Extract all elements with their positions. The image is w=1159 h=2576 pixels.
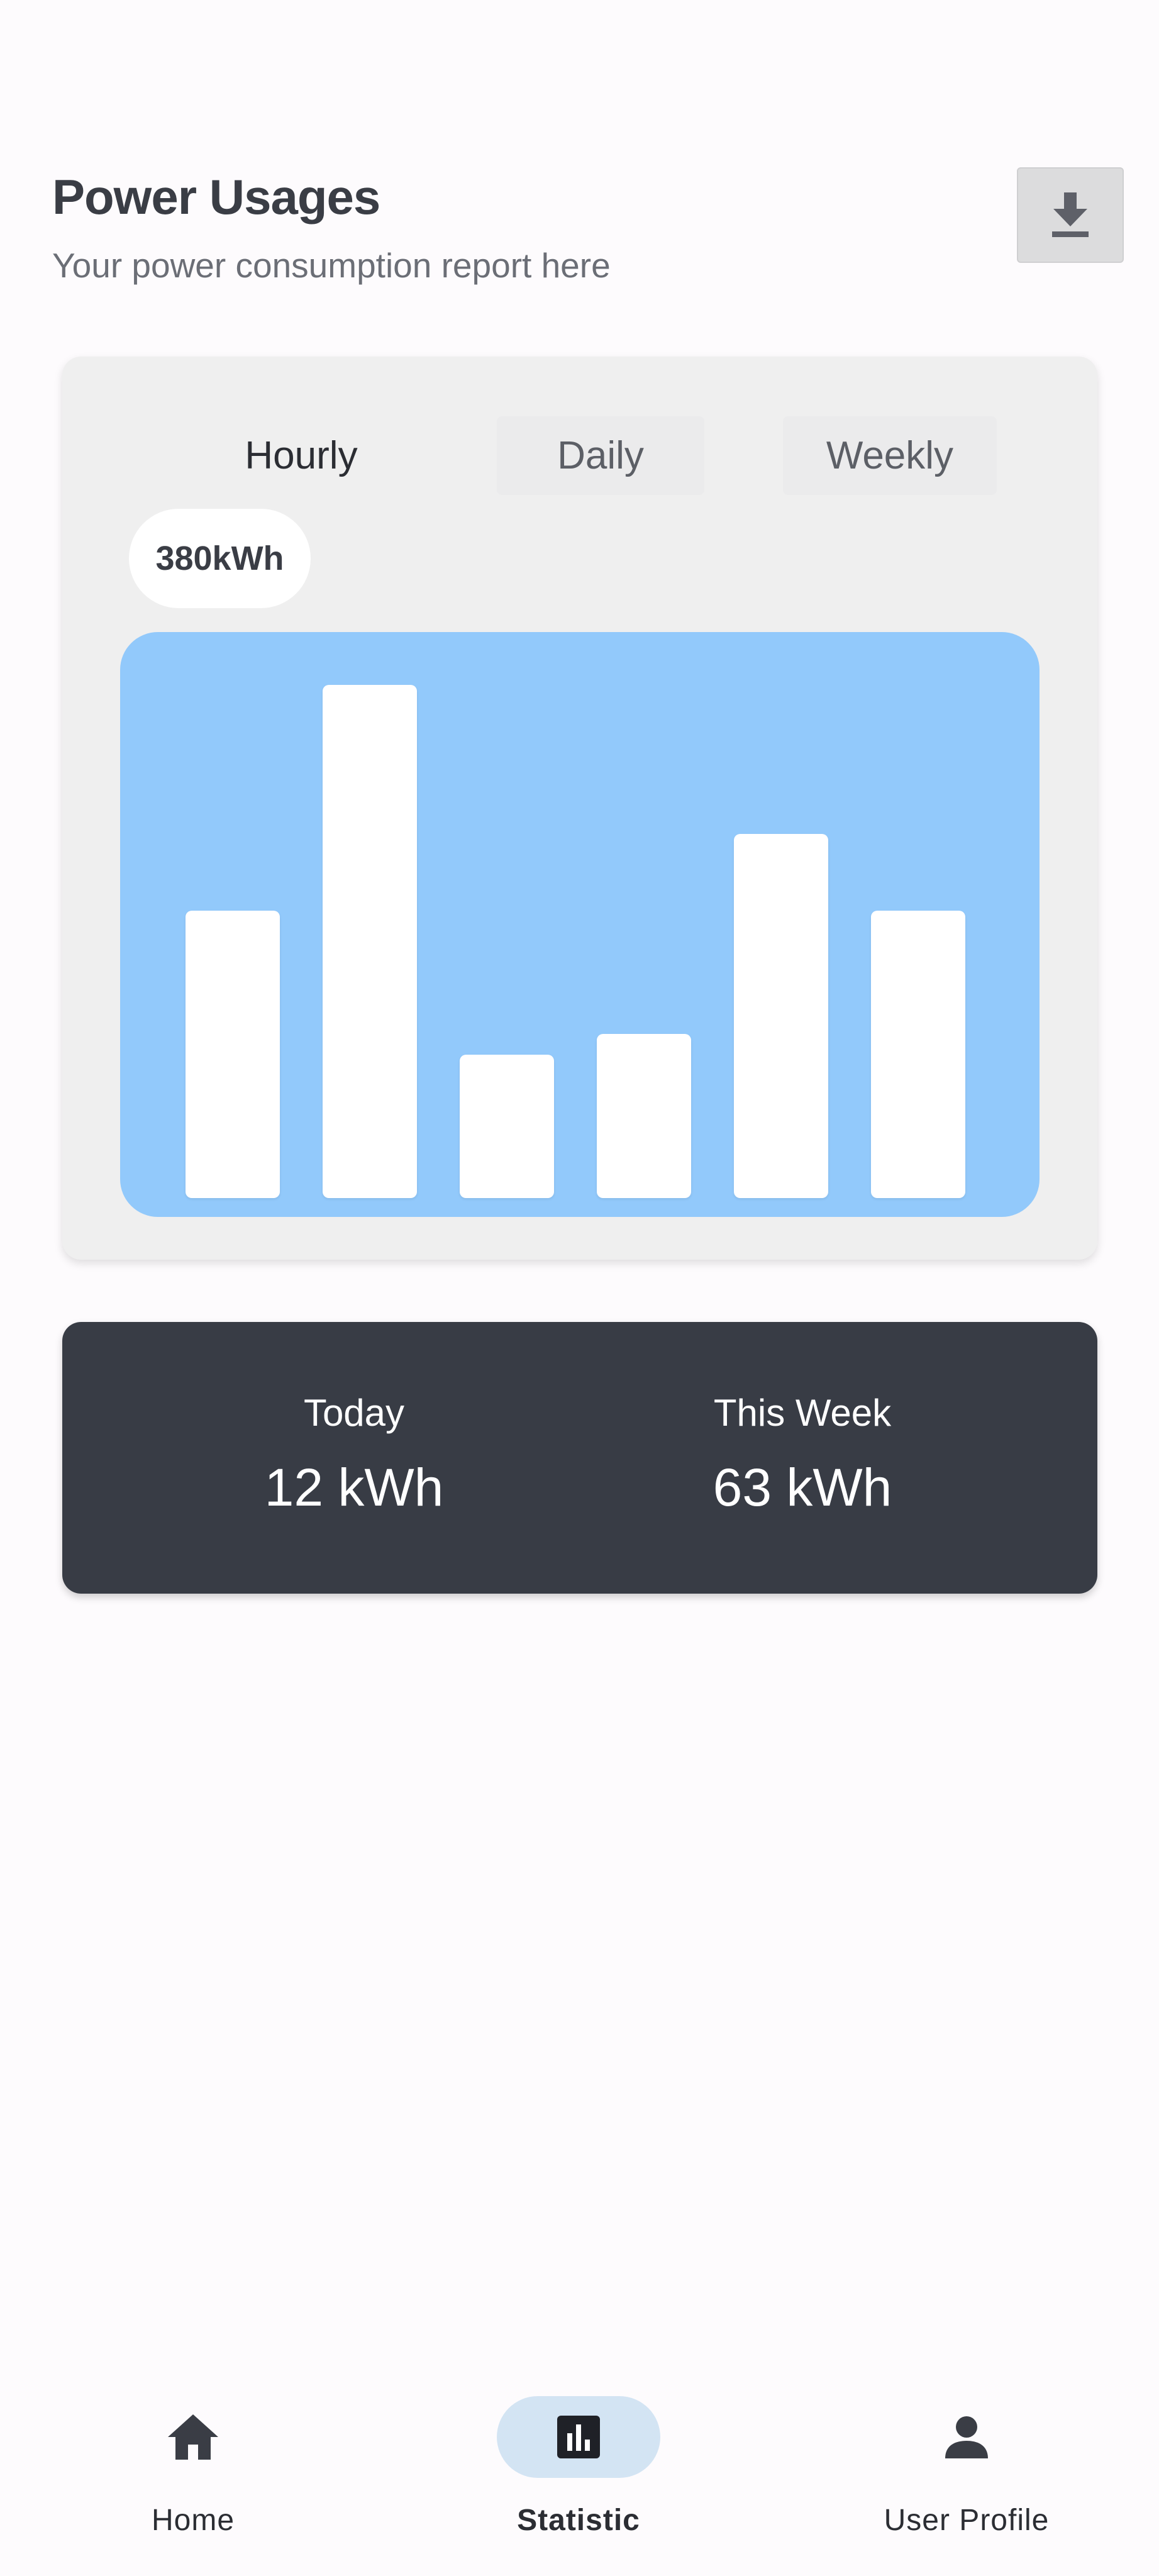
nav-profile-icon-wrap [885, 2396, 1048, 2478]
period-tabs: Hourly Daily Weekly [62, 357, 1097, 495]
bar-chart [120, 632, 1040, 1217]
week-label: This Week [713, 1392, 892, 1434]
today-label: Today [303, 1392, 405, 1434]
power-usages-screen: Power Usages Your power consumption repo… [0, 0, 1159, 2576]
nav-item-user-profile[interactable]: User Profile [828, 2396, 1105, 2560]
bar-chart-icon [557, 2416, 600, 2458]
usage-chart-card: Hourly Daily Weekly 380kWh [62, 357, 1097, 1260]
chart-bar[interactable] [734, 834, 828, 1198]
nav-home-icon-wrap [111, 2396, 275, 2478]
nav-statistic-icon-wrap [497, 2396, 660, 2478]
today-value: 12 kWh [264, 1458, 444, 1517]
download-icon [1052, 192, 1089, 237]
nav-item-home[interactable]: Home [55, 2396, 331, 2560]
download-button[interactable] [1017, 167, 1124, 263]
page-subtitle: Your power consumption report here [52, 246, 611, 285]
tab-daily[interactable]: Daily [497, 416, 704, 495]
user-icon [945, 2416, 988, 2458]
selected-value-badge: 380kWh [129, 509, 311, 608]
tab-hourly[interactable]: Hourly [197, 416, 405, 495]
nav-item-statistic[interactable]: Statistic [440, 2396, 717, 2560]
nav-label-home: Home [151, 2504, 235, 2537]
chart-bar[interactable] [871, 911, 965, 1198]
chart-bar[interactable] [186, 911, 280, 1198]
nav-label-statistic: Statistic [517, 2504, 640, 2537]
chart-bar[interactable] [323, 685, 417, 1198]
chart-bar[interactable] [597, 1034, 691, 1198]
chart-bar[interactable] [460, 1055, 554, 1198]
tab-weekly[interactable]: Weekly [783, 416, 997, 495]
home-icon [168, 2414, 218, 2460]
nav-label-user-profile: User Profile [884, 2504, 1050, 2537]
usage-summary-card: Today 12 kWh This Week 63 kWh [62, 1322, 1097, 1594]
page-title: Power Usages [52, 169, 380, 225]
week-value: 63 kWh [713, 1458, 892, 1517]
